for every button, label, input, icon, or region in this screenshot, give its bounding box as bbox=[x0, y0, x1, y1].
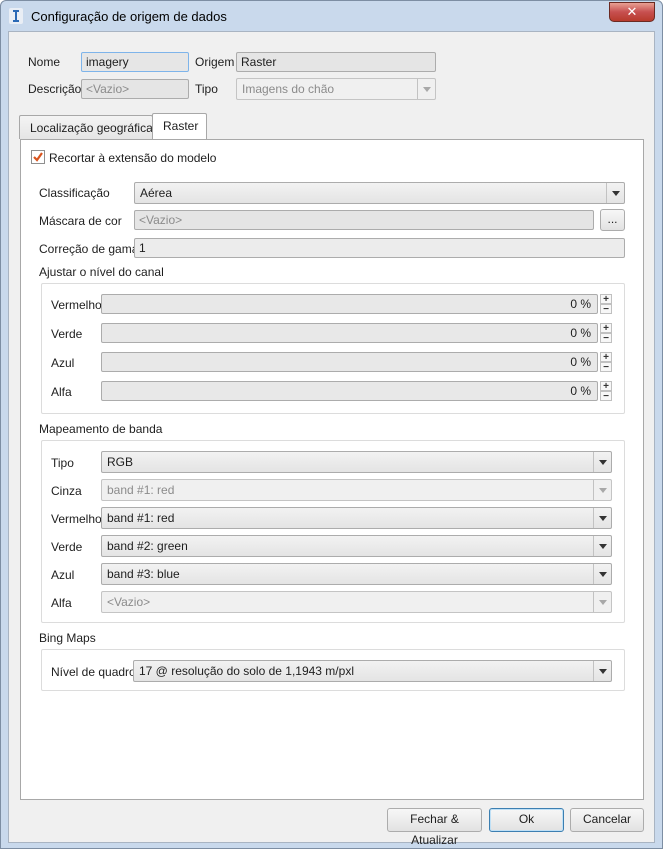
chevron-down-icon bbox=[593, 661, 611, 681]
chevron-down-icon bbox=[593, 564, 611, 584]
clip-checkbox[interactable] bbox=[31, 150, 45, 164]
gamma-input[interactable]: 1 bbox=[134, 238, 625, 258]
channel-label-blue: Azul bbox=[51, 356, 75, 370]
classification-value: Aérea bbox=[140, 186, 173, 200]
band-type-value: RGB bbox=[107, 455, 134, 469]
gamma-label: Correção de gama bbox=[39, 242, 139, 256]
channel-red-stepper[interactable]: + − bbox=[600, 294, 612, 315]
band-green-select[interactable]: band #2: green bbox=[101, 535, 612, 557]
chevron-down-icon bbox=[417, 79, 435, 99]
band-red-value: band #1: red bbox=[107, 511, 175, 525]
chevron-down-icon bbox=[593, 508, 611, 528]
app-icon bbox=[9, 8, 23, 24]
band-type-select[interactable]: RGB bbox=[101, 451, 612, 473]
channel-label-green: Verde bbox=[51, 327, 83, 341]
band-label-green: Verde bbox=[51, 540, 83, 554]
channel-red-input[interactable]: 0 % bbox=[101, 294, 598, 314]
cancel-button[interactable]: Cancelar bbox=[570, 808, 644, 832]
close-update-button[interactable]: Fechar & Atualizar bbox=[387, 808, 482, 847]
close-icon: ✕ bbox=[626, 4, 638, 19]
band-group-title: Mapeamento de banda bbox=[39, 422, 163, 436]
chevron-down-icon bbox=[593, 452, 611, 472]
zoom-level-select[interactable]: 17 @ resolução do solo de 1,1943 m/pxl bbox=[133, 660, 612, 682]
chevron-down-icon bbox=[593, 480, 611, 500]
band-green-value: band #2: green bbox=[107, 539, 188, 553]
color-mask-label: Máscara de cor bbox=[39, 214, 122, 228]
type-select-value: Imagens do chão bbox=[242, 82, 335, 96]
channel-alpha-input[interactable]: 0 % bbox=[101, 381, 598, 401]
band-label-red: Vermelho bbox=[51, 512, 102, 526]
channel-group-title: Ajustar o nível do canal bbox=[39, 265, 164, 279]
zoom-level-value: 17 @ resolução do solo de 1,1943 m/pxl bbox=[139, 664, 354, 678]
minus-icon[interactable]: − bbox=[600, 362, 612, 373]
bing-group-title: Bing Maps bbox=[39, 631, 96, 645]
band-label-alpha: Alfa bbox=[51, 596, 72, 610]
tab-geolocation[interactable]: Localização geográfica bbox=[19, 115, 153, 139]
chevron-down-icon bbox=[606, 183, 624, 203]
zoom-level-label: Nível de quadro bbox=[51, 665, 136, 679]
channel-blue-stepper[interactable]: + − bbox=[600, 352, 612, 373]
band-alpha-value: <Vazio> bbox=[107, 595, 151, 609]
chevron-down-icon bbox=[593, 592, 611, 612]
chevron-down-icon bbox=[593, 536, 611, 556]
band-blue-select[interactable]: band #3: blue bbox=[101, 563, 612, 585]
origin-field: Raster bbox=[236, 52, 436, 72]
channel-label-alpha: Alfa bbox=[51, 385, 72, 399]
clip-label[interactable]: Recortar à extensão do modelo bbox=[49, 151, 216, 165]
description-label: Descrição bbox=[28, 82, 82, 96]
channel-label-red: Vermelho bbox=[51, 298, 102, 312]
channel-green-input[interactable]: 0 % bbox=[101, 323, 598, 343]
band-red-select[interactable]: band #1: red bbox=[101, 507, 612, 529]
plus-icon[interactable]: + bbox=[600, 381, 612, 392]
classification-select[interactable]: Aérea bbox=[134, 182, 625, 204]
description-input[interactable]: <Vazio> bbox=[81, 79, 189, 99]
color-mask-input[interactable]: <Vazio> bbox=[134, 210, 594, 230]
band-blue-value: band #3: blue bbox=[107, 567, 180, 581]
band-gray-select: band #1: red bbox=[101, 479, 612, 501]
close-button[interactable]: ✕ bbox=[609, 2, 655, 22]
channel-alpha-stepper[interactable]: + − bbox=[600, 381, 612, 402]
band-label-type: Tipo bbox=[51, 456, 74, 470]
dialog-window: Configuração de origem de dados ✕ Nome i… bbox=[0, 0, 663, 849]
type-label: Tipo bbox=[195, 82, 218, 96]
tab-raster[interactable]: Raster bbox=[152, 113, 207, 139]
band-label-gray: Cinza bbox=[51, 484, 82, 498]
type-select: Imagens do chão bbox=[236, 78, 436, 100]
channel-blue-input[interactable]: 0 % bbox=[101, 352, 598, 372]
band-gray-value: band #1: red bbox=[107, 483, 175, 497]
plus-icon[interactable]: + bbox=[600, 352, 612, 363]
window-title: Configuração de origem de dados bbox=[31, 9, 227, 24]
minus-icon[interactable]: − bbox=[600, 391, 612, 402]
minus-icon[interactable]: − bbox=[600, 333, 612, 344]
ok-button[interactable]: Ok bbox=[489, 808, 564, 832]
checkmark-icon bbox=[33, 152, 43, 162]
classification-label: Classificação bbox=[39, 186, 110, 200]
name-input[interactable]: imagery bbox=[81, 52, 189, 72]
plus-icon[interactable]: + bbox=[600, 294, 612, 305]
color-mask-browse-button[interactable]: ... bbox=[600, 209, 625, 231]
band-label-blue: Azul bbox=[51, 568, 75, 582]
name-label: Nome bbox=[28, 55, 61, 69]
plus-icon[interactable]: + bbox=[600, 323, 612, 334]
minus-icon[interactable]: − bbox=[600, 304, 612, 315]
channel-green-stepper[interactable]: + − bbox=[600, 323, 612, 344]
title-bar[interactable]: Configuração de origem de dados ✕ bbox=[1, 1, 662, 31]
origin-label: Origem bbox=[195, 55, 235, 69]
band-alpha-select: <Vazio> bbox=[101, 591, 612, 613]
